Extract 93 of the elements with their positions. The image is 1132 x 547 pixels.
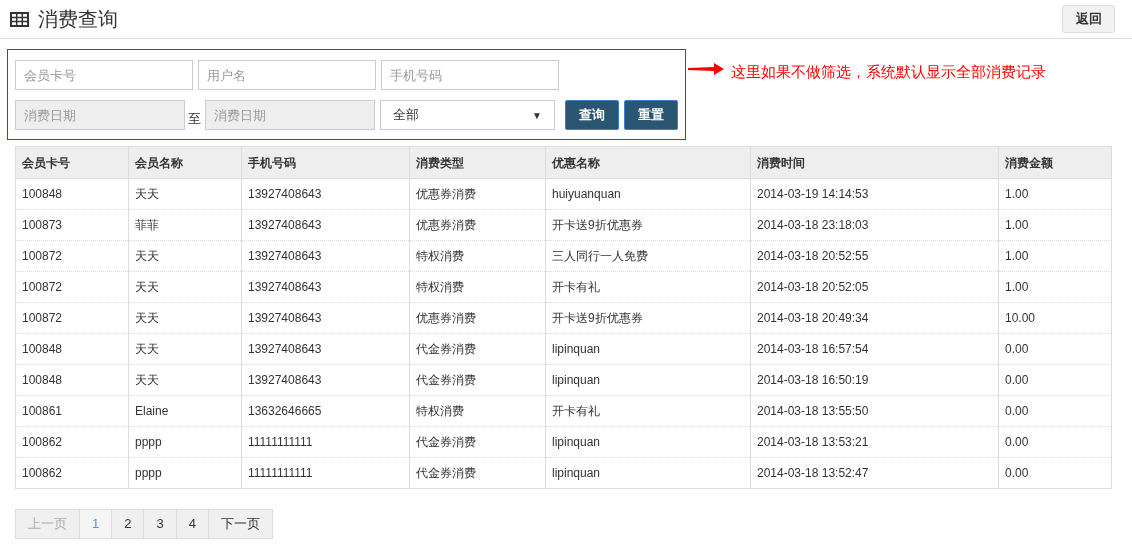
column-header: 消费类型	[409, 146, 546, 179]
table-cell: 100848	[15, 333, 129, 365]
type-select[interactable]: 全部 ▼	[379, 100, 555, 130]
table-cell: 100848	[15, 178, 129, 210]
table-cell: 100862	[15, 457, 129, 489]
table-cell: 2014-03-19 14:14:53	[750, 178, 999, 210]
table-cell: 11111111111	[241, 457, 410, 489]
column-header: 手机号码	[241, 146, 410, 179]
arrow-icon	[688, 63, 724, 75]
table-cell: 优惠券消费	[409, 178, 546, 210]
table-cell: 天天	[128, 364, 242, 396]
table-cell: huiyuanquan	[545, 178, 751, 210]
table-cell: 代金券消费	[409, 333, 546, 365]
table-cell: 2014-03-18 23:18:03	[750, 209, 999, 241]
table-cell: 1.00	[998, 209, 1112, 241]
table-cell: 0.00	[998, 426, 1112, 458]
table-cell: lipinquan	[545, 333, 751, 365]
table-cell: 2014-03-18 20:49:34	[750, 302, 999, 334]
table-cell: 100872	[15, 302, 129, 334]
table-cell: 11111111111	[241, 426, 410, 458]
filter-button[interactable]: 重置	[624, 100, 678, 130]
table-cell: Elaine	[128, 395, 242, 427]
table-cell: 代金券消费	[409, 364, 546, 396]
table-cell: 开卡送9折优惠券	[545, 302, 751, 334]
table-cell: 100872	[15, 240, 129, 272]
table-cell: 三人同行一人免费	[545, 240, 751, 272]
table-cell: 0.00	[998, 457, 1112, 489]
table-cell: 1.00	[998, 178, 1112, 210]
table-cell: 开卡有礼	[545, 395, 751, 427]
table-cell: 13927408643	[241, 209, 410, 241]
table-cell: 100872	[15, 271, 129, 303]
table-cell: 1.00	[998, 271, 1112, 303]
back-button[interactable]: 返回	[1062, 5, 1115, 33]
table-cell: 2014-03-18 16:50:19	[750, 364, 999, 396]
table-cell: 天天	[128, 302, 242, 334]
table-icon	[10, 11, 29, 27]
table-cell: 2014-03-18 20:52:05	[750, 271, 999, 303]
column-header: 会员卡号	[15, 146, 129, 179]
page-button[interactable]: 3	[143, 509, 177, 539]
table-cell: 10.00	[998, 302, 1112, 334]
table-cell: lipinquan	[545, 364, 751, 396]
input-field[interactable]: 用户名	[198, 60, 376, 90]
table-cell: 开卡有礼	[545, 271, 751, 303]
page-button[interactable]: 4	[175, 509, 209, 539]
table-cell: 100862	[15, 426, 129, 458]
table-cell: 13927408643	[241, 364, 410, 396]
table-cell: 13927408643	[241, 240, 410, 272]
table-cell: 天天	[128, 271, 242, 303]
column-header: 优惠名称	[545, 146, 751, 179]
page-title: 消费查询	[38, 7, 118, 32]
table-cell: 天天	[128, 333, 242, 365]
column-header: 消费金额	[998, 146, 1112, 179]
input-field[interactable]: 会员卡号	[15, 60, 193, 90]
table-cell: 天天	[128, 240, 242, 272]
table-cell: 0.00	[998, 395, 1112, 427]
table-cell: 开卡送9折优惠券	[545, 209, 751, 241]
table-cell: 特权消费	[409, 395, 546, 427]
filter-button[interactable]: 查询	[565, 100, 619, 130]
annotation-text: 这里如果不做筛选，系统默认显示全部消费记录	[731, 62, 1046, 82]
table-cell: 13632646665	[241, 395, 410, 427]
table-cell: 2014-03-18 16:57:54	[750, 333, 999, 365]
date-separator: 至	[187, 110, 203, 129]
table-cell: 代金券消费	[409, 457, 546, 489]
table-cell: 100873	[15, 209, 129, 241]
table-cell: lipinquan	[545, 457, 751, 489]
table-cell: 菲菲	[128, 209, 242, 241]
column-header: 消费时间	[750, 146, 999, 179]
table-cell: pppp	[128, 426, 242, 458]
table-cell: 特权消费	[409, 240, 546, 272]
table-cell: 特权消费	[409, 271, 546, 303]
column-header: 会员名称	[128, 146, 242, 179]
table-cell: 13927408643	[241, 333, 410, 365]
table-cell: 13927408643	[241, 178, 410, 210]
page-button[interactable]: 下一页	[207, 509, 273, 539]
table-cell: 2014-03-18 13:53:21	[750, 426, 999, 458]
table-cell: 0.00	[998, 333, 1112, 365]
table-cell: 2014-03-18 13:55:50	[750, 395, 999, 427]
table-cell: 优惠券消费	[409, 209, 546, 241]
table-cell: 0.00	[998, 364, 1112, 396]
table-cell: 1.00	[998, 240, 1112, 272]
table-cell: 13927408643	[241, 271, 410, 303]
table-cell: 13927408643	[241, 302, 410, 334]
table-cell: 100848	[15, 364, 129, 396]
table-cell: 2014-03-18 20:52:55	[750, 240, 999, 272]
table-cell: 2014-03-18 13:52:47	[750, 457, 999, 489]
input-field[interactable]: 手机号码	[381, 60, 559, 90]
page-button[interactable]: 2	[111, 509, 145, 539]
table-cell: 代金券消费	[409, 426, 546, 458]
table-cell: lipinquan	[545, 426, 751, 458]
table-cell: 天天	[128, 178, 242, 210]
table-cell: 100861	[15, 395, 129, 427]
table-cell: 优惠券消费	[409, 302, 546, 334]
table-cell: pppp	[128, 457, 242, 489]
